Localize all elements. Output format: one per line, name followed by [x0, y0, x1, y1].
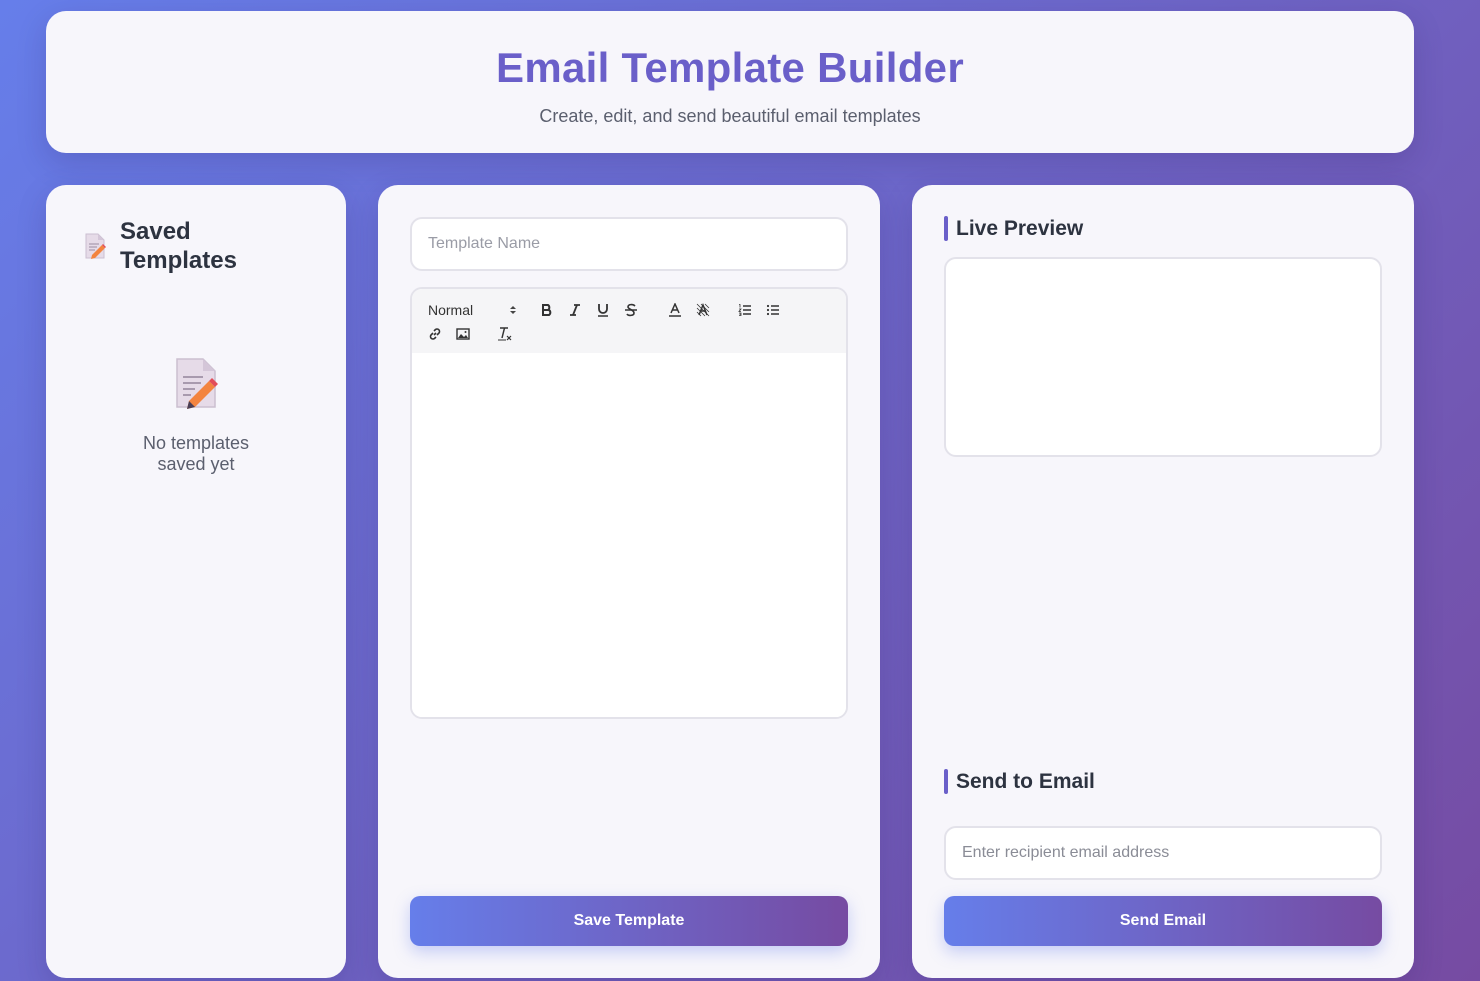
text-color-icon	[669, 303, 681, 317]
header-format-value: Normal	[428, 302, 474, 318]
live-preview-header: Live Preview	[944, 216, 1083, 241]
link-button[interactable]	[426, 325, 444, 343]
save-template-button[interactable]: Save Template	[410, 896, 848, 946]
link-icon	[429, 328, 441, 340]
memo-icon	[85, 233, 106, 259]
chevron-updown-icon	[510, 306, 516, 314]
clear-format-button[interactable]	[496, 325, 514, 343]
send-email-button[interactable]: Send Email	[944, 896, 1382, 946]
ordered-list-icon	[738, 304, 751, 316]
underline-icon	[598, 304, 608, 317]
image-icon	[456, 328, 470, 340]
rich-text-editor: Normal	[410, 287, 848, 719]
send-to-email-header: Send to Email	[944, 769, 1095, 794]
memo-icon	[176, 358, 218, 409]
page-title: Email Template Builder	[496, 44, 964, 91]
bullet-list-icon	[766, 304, 779, 316]
saved-templates-header: Saved Templates	[84, 217, 260, 275]
recipient-email-input[interactable]	[944, 826, 1382, 880]
page-subtitle: Create, edit, and send beautiful email t…	[539, 106, 921, 126]
live-preview-title: Live Preview	[956, 216, 1084, 240]
send-to-email-title: Send to Email	[956, 769, 1095, 793]
text-color-button[interactable]	[666, 301, 684, 319]
empty-state: No templates saved yet	[46, 357, 346, 475]
ordered-list-button[interactable]	[736, 301, 754, 319]
bold-icon	[542, 304, 552, 316]
preview-panel: Live Preview Send to Email Send Email	[912, 185, 1414, 978]
bold-button[interactable]	[538, 301, 556, 319]
background-color-icon	[696, 303, 710, 317]
clear-format-icon	[498, 327, 512, 341]
image-button[interactable]	[454, 325, 472, 343]
editor-panel: Normal	[378, 185, 880, 978]
bullet-list-button[interactable]	[764, 301, 782, 319]
header-format-select[interactable]: Normal	[428, 299, 518, 321]
italic-button[interactable]	[566, 301, 584, 319]
empty-state-line2: saved yet	[157, 454, 235, 474]
empty-state-line1: No templates	[142, 433, 250, 453]
strikethrough-icon	[625, 303, 637, 317]
editor-toolbar: Normal	[412, 289, 846, 353]
underline-button[interactable]	[594, 301, 612, 319]
saved-templates-panel: Saved Templates No templates saved yet	[46, 185, 346, 978]
template-name-input[interactable]	[410, 217, 848, 271]
app-header: Email Template Builder Create, edit, and…	[46, 11, 1414, 153]
accent-bar	[944, 769, 948, 794]
background-color-button[interactable]	[694, 301, 712, 319]
italic-icon	[570, 304, 580, 316]
strikethrough-button[interactable]	[622, 301, 640, 319]
editor-content-area[interactable]	[412, 353, 846, 717]
accent-bar	[944, 216, 948, 241]
saved-templates-title: Saved Templates	[120, 218, 237, 274]
live-preview-box	[944, 257, 1382, 457]
